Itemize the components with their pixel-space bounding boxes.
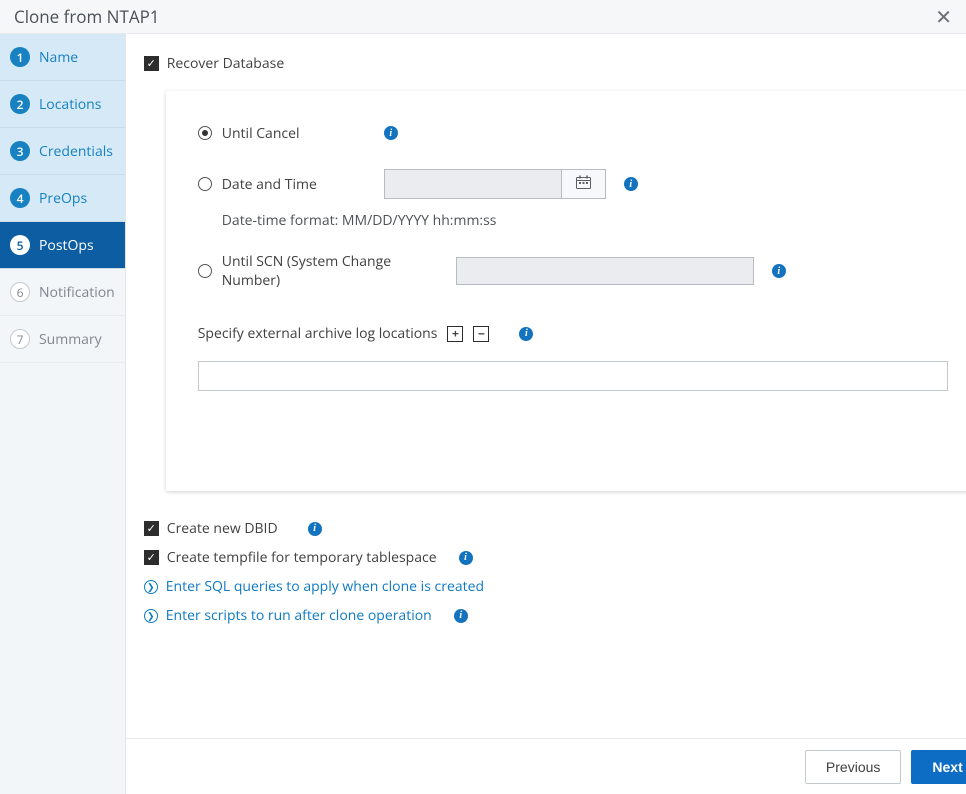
until-scn-row: Until SCN (System Change Number) i bbox=[198, 252, 948, 290]
wizard-step-name[interactable]: 1 Name bbox=[0, 34, 125, 81]
add-location-button[interactable]: + bbox=[447, 326, 463, 342]
recover-database-row: ✓ Recover Database bbox=[144, 54, 966, 73]
until-scn-label: Until SCN (System Change Number) bbox=[222, 252, 438, 290]
until-scn-radio[interactable] bbox=[198, 264, 212, 278]
until-cancel-row: Until Cancel i bbox=[198, 119, 948, 147]
page-title: Clone from NTAP1 bbox=[14, 5, 935, 28]
info-icon[interactable]: i bbox=[772, 264, 786, 278]
date-time-row: Date and Time i bbox=[198, 169, 948, 199]
until-cancel-label: Until Cancel bbox=[222, 124, 300, 143]
step-number: 1 bbox=[10, 47, 30, 67]
sql-queries-expander[interactable]: ❯ Enter SQL queries to apply when clone … bbox=[144, 577, 966, 596]
step-label: PostOps bbox=[39, 236, 94, 255]
create-tempfile-row: ✓ Create tempfile for temporary tablespa… bbox=[144, 548, 966, 567]
create-tempfile-label: Create tempfile for temporary tablespace bbox=[167, 548, 437, 567]
step-label: PreOps bbox=[39, 189, 87, 208]
recover-database-checkbox[interactable]: ✓ bbox=[144, 56, 159, 71]
step-number: 5 bbox=[10, 235, 30, 255]
until-cancel-radio[interactable] bbox=[198, 126, 212, 140]
recover-database-label: Recover Database bbox=[167, 54, 284, 73]
info-icon[interactable]: i bbox=[459, 551, 473, 565]
next-button[interactable]: Next bbox=[911, 750, 966, 784]
plus-icon: + bbox=[452, 328, 459, 340]
info-icon[interactable]: i bbox=[519, 327, 533, 341]
scn-input[interactable] bbox=[456, 257, 754, 285]
info-icon[interactable]: i bbox=[624, 177, 638, 191]
info-icon[interactable]: i bbox=[308, 522, 322, 536]
wizard-step-credentials[interactable]: 3 Credentials bbox=[0, 128, 125, 175]
step-number: 7 bbox=[10, 329, 30, 349]
recover-options-card: Until Cancel i Date and Time bbox=[166, 91, 966, 491]
scripts-link: Enter scripts to run after clone operati… bbox=[166, 606, 432, 625]
wizard-step-summary[interactable]: 7 Summary bbox=[0, 316, 125, 363]
create-dbid-checkbox[interactable]: ✓ bbox=[144, 521, 159, 536]
wizard-sidebar: 1 Name 2 Locations 3 Credentials 4 PreOp… bbox=[0, 34, 126, 794]
info-icon[interactable]: i bbox=[384, 126, 398, 140]
chevron-right-icon: ❯ bbox=[144, 580, 158, 594]
wizard-step-locations[interactable]: 2 Locations bbox=[0, 81, 125, 128]
date-time-radio[interactable] bbox=[198, 177, 212, 191]
remove-location-button[interactable]: − bbox=[473, 326, 489, 342]
titlebar: Clone from NTAP1 ✕ bbox=[0, 0, 966, 34]
chevron-right-icon: ❯ bbox=[144, 609, 158, 623]
date-time-label: Date and Time bbox=[222, 175, 317, 194]
main-panel: ✓ Recover Database Until Cancel i Date a… bbox=[126, 34, 966, 794]
create-dbid-row: ✓ Create new DBID i bbox=[144, 519, 966, 538]
minus-icon: − bbox=[478, 328, 485, 340]
wizard-step-notification[interactable]: 6 Notification bbox=[0, 269, 125, 316]
step-number: 3 bbox=[10, 141, 30, 161]
date-time-input[interactable] bbox=[385, 170, 561, 198]
calendar-button[interactable] bbox=[561, 170, 605, 198]
wizard-step-postops[interactable]: 5 PostOps bbox=[0, 222, 125, 269]
scripts-expander[interactable]: ❯ Enter scripts to run after clone opera… bbox=[144, 606, 966, 625]
main-content: ✓ Recover Database Until Cancel i Date a… bbox=[126, 34, 966, 738]
archive-location-input[interactable] bbox=[198, 361, 948, 391]
previous-button[interactable]: Previous bbox=[805, 750, 901, 784]
wizard-step-preops[interactable]: 4 PreOps bbox=[0, 175, 125, 222]
calendar-icon bbox=[576, 175, 591, 194]
step-number: 2 bbox=[10, 94, 30, 114]
sql-queries-link: Enter SQL queries to apply when clone is… bbox=[166, 577, 484, 596]
create-tempfile-checkbox[interactable]: ✓ bbox=[144, 550, 159, 565]
date-time-input-group bbox=[384, 169, 606, 199]
create-dbid-label: Create new DBID bbox=[167, 519, 278, 538]
step-number: 6 bbox=[10, 282, 30, 302]
archive-locations-label: Specify external archive log locations bbox=[198, 324, 438, 343]
close-icon[interactable]: ✕ bbox=[935, 7, 952, 27]
step-number: 4 bbox=[10, 188, 30, 208]
info-icon[interactable]: i bbox=[454, 609, 468, 623]
wizard-body: 1 Name 2 Locations 3 Credentials 4 PreOp… bbox=[0, 34, 966, 794]
wizard-footer: Previous Next bbox=[126, 738, 966, 794]
step-label: Notification bbox=[39, 283, 115, 302]
step-label: Locations bbox=[39, 95, 101, 114]
step-label: Summary bbox=[39, 330, 102, 349]
date-format-hint: Date-time format: MM/DD/YYYY hh:mm:ss bbox=[222, 211, 948, 230]
step-label: Credentials bbox=[39, 142, 113, 161]
step-label: Name bbox=[39, 48, 78, 67]
archive-locations-row: Specify external archive log locations +… bbox=[198, 324, 948, 343]
